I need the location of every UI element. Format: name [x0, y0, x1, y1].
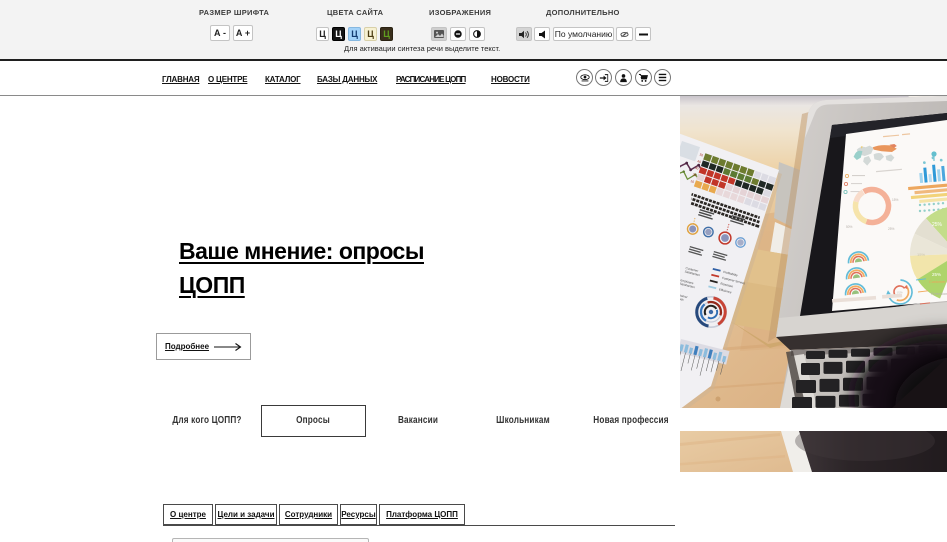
svg-text:Retention: Retention: [931, 292, 947, 296]
svg-text:25%: 25%: [888, 227, 895, 231]
svg-text:25%: 25%: [932, 272, 941, 277]
svg-text:15%: 15%: [892, 198, 899, 202]
svg-text:15%: 15%: [917, 252, 925, 257]
svg-text:Customer S: Customer S: [929, 280, 947, 284]
svg-text:25%: 25%: [932, 222, 943, 228]
svg-text:50%: 50%: [846, 225, 853, 229]
